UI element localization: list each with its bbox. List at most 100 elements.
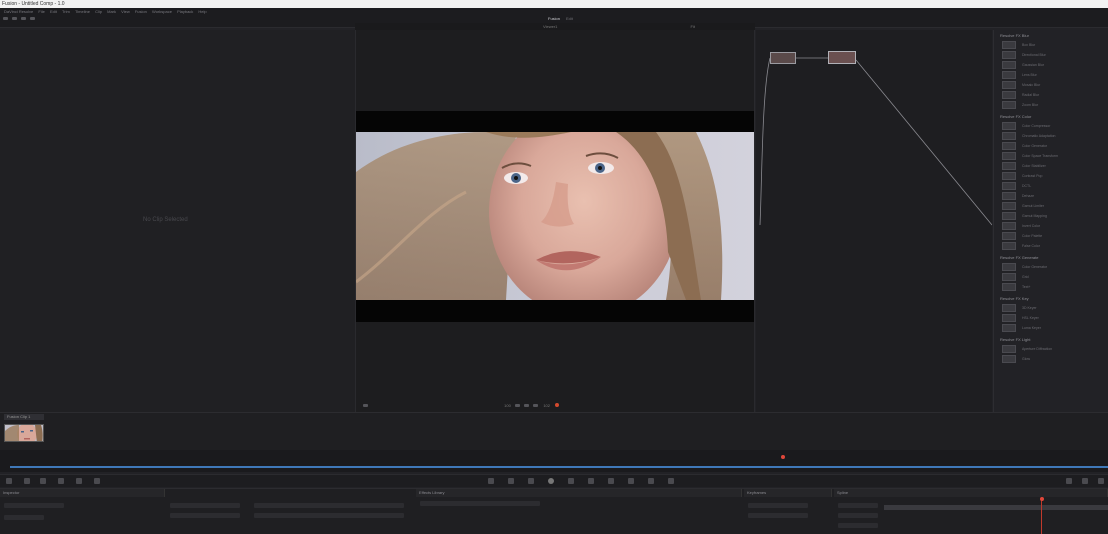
media-strip (0, 412, 1108, 450)
fx-item[interactable]: HSL Keyer (1002, 314, 1104, 322)
fx-item[interactable]: Glow (1002, 355, 1104, 363)
menu-bar: DaVinci Resolve File Edit Trim Timeline … (0, 8, 1108, 15)
loop-icon[interactable] (363, 404, 368, 408)
menu-item-help[interactable]: Help (198, 9, 206, 14)
zoom-select[interactable]: Fit (691, 24, 695, 29)
viewer-title: Viewer1 (543, 24, 558, 29)
effects-icon[interactable] (12, 17, 18, 21)
menu-item-mark[interactable]: Mark (107, 9, 116, 14)
menu-item-file[interactable]: File (38, 9, 44, 14)
fx-item[interactable]: Grid (1002, 273, 1104, 281)
record-icon[interactable] (555, 403, 560, 407)
spline-row[interactable] (838, 503, 878, 508)
tool-icon[interactable] (568, 478, 574, 484)
menu-item-playback[interactable]: Playback (177, 9, 193, 14)
fx-item[interactable]: Color Compressor (1002, 122, 1104, 130)
tool-icon[interactable] (528, 478, 534, 484)
fx-item[interactable]: Aperture Diffraction (1002, 345, 1104, 353)
menu-item-workspace[interactable]: Workspace (152, 9, 172, 14)
step-forward-icon[interactable] (533, 404, 539, 408)
tab-fusion[interactable]: Fusion (548, 16, 560, 21)
fx-item[interactable]: Directional Blur (1002, 51, 1104, 59)
keyframe-row[interactable] (748, 503, 808, 508)
media-pool-icon[interactable] (3, 17, 8, 21)
fx-item[interactable]: Color Generator (1002, 142, 1104, 150)
menu-item-timeline[interactable]: Timeline (75, 9, 90, 14)
tool-icon[interactable] (76, 478, 82, 484)
fx-item[interactable]: Gamut Limiter (1002, 202, 1104, 210)
inspector-field[interactable] (170, 513, 240, 518)
inspector-field[interactable] (254, 513, 404, 518)
tool-icon[interactable] (1082, 478, 1088, 484)
menu-item-edit[interactable]: Edit (50, 9, 57, 14)
tool-icon[interactable] (648, 478, 654, 484)
spline-row[interactable] (838, 523, 878, 528)
clips-icon[interactable] (21, 17, 27, 21)
tool-icon[interactable] (6, 478, 12, 484)
effects-tabs[interactable] (420, 501, 540, 506)
keyframe-playhead[interactable] (1040, 497, 1044, 501)
frame-display: 102 (543, 403, 550, 408)
fx-item[interactable]: Chromatic Adaptation (1002, 132, 1104, 140)
menu-item-clip[interactable]: Clip (95, 9, 102, 14)
menu-item-trim[interactable]: Trim (62, 9, 70, 14)
spline-row[interactable] (838, 513, 878, 518)
play-icon[interactable] (524, 404, 530, 408)
fx-item[interactable]: Mosaic Blur (1002, 81, 1104, 89)
clip-thumbnail[interactable] (4, 424, 44, 442)
fx-item[interactable]: Invert Color (1002, 222, 1104, 230)
menu-item-fusion[interactable]: Fusion (135, 9, 147, 14)
tool-icon[interactable] (94, 478, 100, 484)
tool-icon[interactable] (24, 478, 30, 484)
spline-header: Spline (834, 489, 1108, 497)
fx-item[interactable]: Color Palette (1002, 232, 1104, 240)
effects-panel: Resolve FX Blur Box Blur Directional Blu… (993, 30, 1108, 412)
fx-item[interactable]: Lens Blur (1002, 71, 1104, 79)
fx-item[interactable]: Luma Keyer (1002, 324, 1104, 332)
fx-item[interactable]: Color Generator (1002, 263, 1104, 271)
fx-item[interactable]: Zoom Blur (1002, 101, 1104, 109)
video-frame[interactable] (356, 132, 754, 300)
inspector-field[interactable] (170, 503, 240, 508)
inspector-field[interactable] (254, 503, 404, 508)
tool-icon[interactable] (628, 478, 634, 484)
fx-item[interactable]: Text+ (1002, 283, 1104, 291)
tool-icon[interactable] (1066, 478, 1072, 484)
menu-item-app[interactable]: DaVinci Resolve (4, 9, 33, 14)
fx-item[interactable]: DCTL (1002, 182, 1104, 190)
node-editor[interactable] (756, 30, 992, 412)
tool-bar (0, 474, 1108, 487)
keyframe-row[interactable] (748, 513, 808, 518)
inspector-row[interactable] (4, 515, 44, 520)
menu-item-view[interactable]: View (121, 9, 130, 14)
step-back-icon[interactable] (514, 404, 520, 408)
merge-icon[interactable] (548, 478, 554, 484)
fx-item[interactable]: False Color (1002, 242, 1104, 250)
tool-icon[interactable] (668, 478, 674, 484)
fx-item[interactable]: Box Blur (1002, 41, 1104, 49)
empty-viewer-text: No Clip Selected (143, 217, 188, 223)
fx-item[interactable]: Gamut Mapping (1002, 212, 1104, 220)
inspector-row[interactable] (4, 503, 64, 508)
keyframe-track[interactable] (884, 505, 1108, 510)
tool-icon[interactable] (588, 478, 594, 484)
nodes-icon[interactable] (30, 17, 36, 21)
timeline-ruler[interactable] (0, 450, 1108, 472)
fx-item[interactable]: Radial Blur (1002, 91, 1104, 99)
fx-item[interactable]: Color Stabilizer (1002, 162, 1104, 170)
fx-section-title: Resolve FX Generate (1000, 255, 1039, 260)
fx-item[interactable]: Gaussian Blur (1002, 61, 1104, 69)
tool-icon[interactable] (40, 478, 46, 484)
tool-icon[interactable] (1098, 478, 1104, 484)
fx-item[interactable]: Dehaze (1002, 192, 1104, 200)
tab-edit[interactable]: Edit (566, 16, 573, 21)
tool-icon[interactable] (488, 478, 494, 484)
timeline-track[interactable] (10, 466, 1108, 468)
tool-icon[interactable] (608, 478, 614, 484)
fx-item[interactable]: Color Space Transform (1002, 152, 1104, 160)
tool-icon[interactable] (58, 478, 64, 484)
fx-item[interactable]: Contrast Pop (1002, 172, 1104, 180)
fx-item[interactable]: 3D Keyer (1002, 304, 1104, 312)
tool-icon[interactable] (508, 478, 514, 484)
playhead-marker[interactable] (781, 455, 785, 459)
